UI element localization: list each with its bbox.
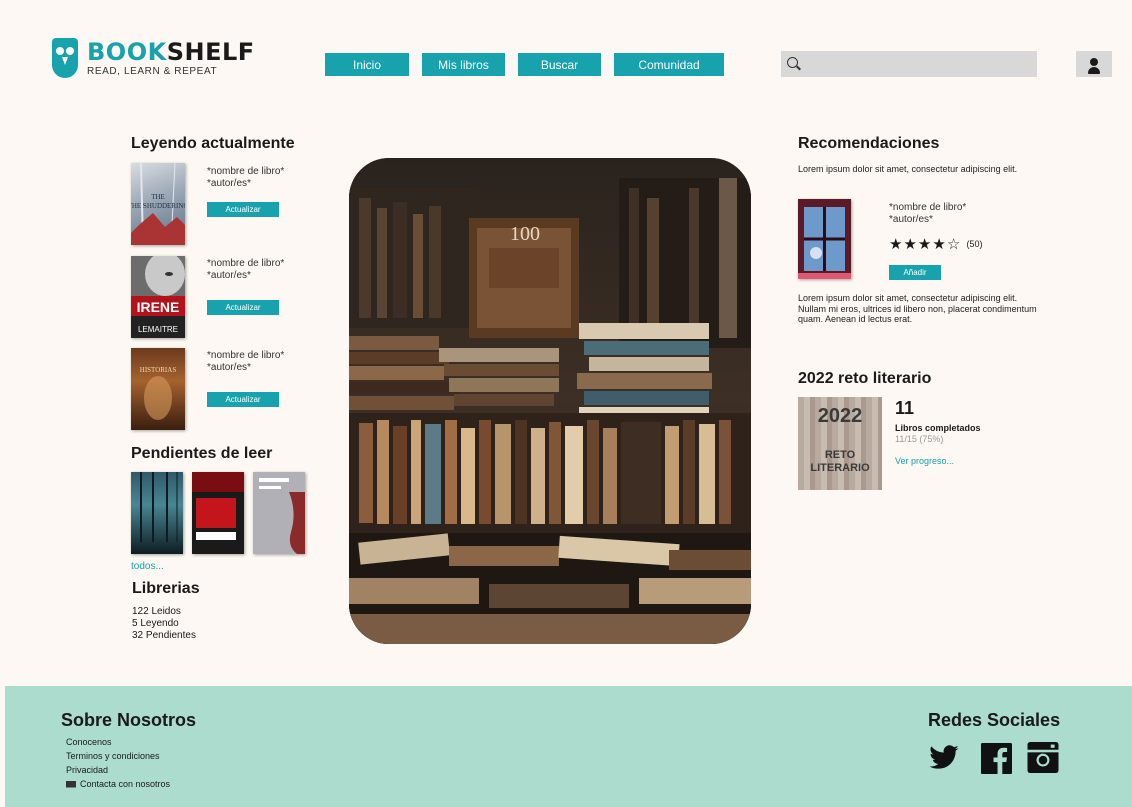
libraries-section-title: Librerias	[132, 580, 200, 597]
book-name: *nombre de libro*	[207, 166, 285, 177]
book-cover-2[interactable]: IRENE LEMAITRE	[131, 256, 185, 338]
challenge-count: 11	[895, 398, 915, 418]
stat-pending: 32 Pendientes	[132, 630, 196, 641]
svg-text:100: 100	[510, 223, 540, 245]
challenge-label: Libros completados	[895, 423, 981, 433]
star-empty-icon: ☆	[946, 236, 962, 253]
recommendations-title: Recomendaciones	[798, 135, 940, 152]
book-name: *nombre de libro*	[207, 350, 285, 361]
search-icon[interactable]	[787, 57, 798, 68]
logo[interactable]: BOOKSHELF READ, LEARN & REPEAT	[52, 38, 255, 78]
star-filled-icon: ★	[889, 236, 904, 253]
stat-read: 122 Leidos	[132, 606, 181, 617]
facebook-icon[interactable]	[981, 743, 1012, 774]
search-input[interactable]	[805, 54, 1025, 74]
book-author: *autor/es*	[207, 362, 251, 373]
update-book-button[interactable]: Actualizar	[207, 202, 279, 217]
challenge-title: 2022 reto literario	[798, 370, 932, 387]
instagram-icon[interactable]	[1027, 742, 1059, 773]
social-title: Redes Sociales	[928, 710, 1061, 730]
nav-comunidad-button[interactable]: Comunidad	[614, 53, 724, 76]
recommended-book-author: *autor/es*	[889, 214, 933, 225]
brand-name: BOOKSHELF	[87, 37, 255, 66]
svg-text:LEMAITRE: LEMAITRE	[138, 325, 178, 334]
svg-text:HISTORIAS: HISTORIAS	[140, 366, 177, 374]
book-cover-3[interactable]: HISTORIAS	[131, 348, 185, 430]
update-book-button[interactable]: Actualizar	[207, 300, 279, 315]
add-book-button[interactable]: Añadir	[889, 265, 941, 280]
svg-text:IRENE: IRENE	[137, 299, 180, 315]
svg-text:THE SHUDDERING: THE SHUDDERING	[131, 202, 185, 210]
rating-count: (50)	[966, 239, 983, 249]
footer-link-terminos[interactable]: Terminos y condiciones	[66, 751, 160, 761]
owl-logo-icon	[52, 38, 78, 78]
book-author: *autor/es*	[207, 270, 251, 281]
mail-icon	[66, 780, 76, 788]
hero-bookstore-image: 100	[349, 158, 751, 644]
user-profile-button[interactable]	[1076, 51, 1112, 77]
nav-mis-libros-button[interactable]: Mis libros	[422, 53, 505, 76]
nav-buscar-button[interactable]: Buscar	[518, 53, 601, 76]
book-name: *nombre de libro*	[207, 258, 285, 269]
nav-inicio-button[interactable]: Inicio	[325, 53, 409, 76]
book-author: *autor/es*	[207, 178, 251, 189]
recommendations-intro: Lorem ipsum dolor sit amet, consectetur …	[798, 164, 1018, 174]
pending-section-title: Pendientes de leer	[131, 445, 273, 462]
search-bar	[781, 51, 1037, 77]
footer-link-conocenos[interactable]: Conocenos	[66, 737, 112, 747]
star-filled-icon: ★	[903, 236, 918, 253]
recommendation-description: Lorem ipsum dolor sit amet, consectetur …	[798, 293, 1037, 324]
stat-reading: 5 Leyendo	[132, 618, 179, 629]
challenge-progress: 11/15 (75%)	[895, 434, 944, 444]
footer-link-contacta[interactable]: Contacta con nosotros	[80, 779, 170, 789]
svg-text:THE: THE	[151, 193, 165, 201]
brand-tagline: READ, LEARN & REPEAT	[87, 65, 218, 77]
main-nav: Inicio Mis libros Buscar Comunidad	[325, 53, 737, 76]
see-all-pending-link[interactable]: todos...	[131, 561, 164, 572]
view-progress-link[interactable]: Ver progreso...	[895, 456, 954, 466]
twitter-icon[interactable]	[928, 742, 960, 774]
recommended-book-cover[interactable]	[798, 199, 851, 279]
book-cover-1[interactable]: THE THE SHUDDERING	[131, 163, 185, 245]
pending-book-cover[interactable]	[192, 472, 244, 554]
reading-section-title: Leyendo actualmente	[131, 135, 295, 152]
pending-book-cover[interactable]	[253, 472, 305, 554]
star-filled-icon: ★	[917, 236, 933, 253]
about-title: Sobre Nosotros	[61, 710, 197, 730]
update-book-button[interactable]: Actualizar	[207, 392, 279, 407]
footer: Sobre Nosotros Conocenos Terminos y cond…	[5, 686, 1132, 807]
recommended-book-name: *nombre de libro*	[889, 202, 967, 213]
challenge-cover: 2022 RETO LITERARIO	[798, 397, 882, 490]
rating-stars: ★★★★☆ (50)	[889, 235, 982, 253]
star-filled-icon: ★	[932, 236, 947, 253]
footer-link-privacidad[interactable]: Privacidad	[66, 765, 108, 775]
pending-book-cover[interactable]	[131, 472, 183, 554]
